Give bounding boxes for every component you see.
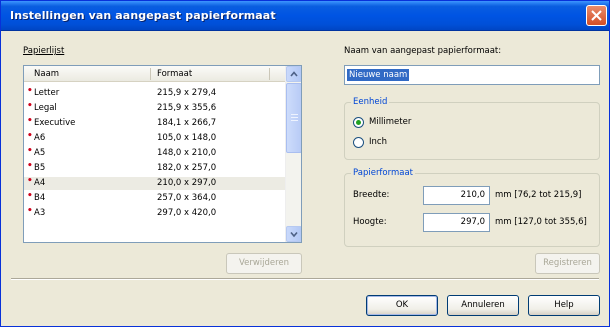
radio-millimeter[interactable] [353, 117, 364, 128]
list-item-format: 257,0 x 364,0 [157, 193, 217, 203]
remove-button-label: Verwijderen [238, 258, 290, 268]
list-item-name: A6 [34, 133, 46, 143]
custom-name-label: Naam van aangepast papierformaat: [344, 46, 502, 56]
radio-dot [356, 120, 361, 125]
list-item-format: 148,0 x 210,0 [157, 148, 217, 158]
chevron-down-icon [290, 231, 298, 238]
separator [11, 278, 599, 280]
register-button-label: Registreren [543, 258, 592, 268]
list-item-format: 215,9 x 279,4 [157, 88, 217, 98]
height-input[interactable]: 297,0 [423, 213, 490, 232]
list-item[interactable]: • Legal 215,9 x 355,6 [24, 102, 286, 115]
list-item[interactable]: • Letter 215,9 x 279,4 [24, 87, 286, 100]
list-item[interactable]: • A5 148,0 x 210,0 [24, 147, 286, 160]
radio-millimeter-label[interactable]: Millimeter [369, 117, 411, 127]
width-label: Breedte: [353, 190, 390, 200]
help-button[interactable]: Help [528, 295, 600, 316]
width-range: mm [76,2 tot 215,9] [495, 190, 582, 200]
list-item-name: A3 [34, 208, 46, 218]
mark-icon: • [27, 131, 33, 141]
ok-button[interactable]: OK [366, 295, 438, 316]
list-item-format: 182,0 x 257,0 [157, 163, 217, 173]
mark-icon: • [27, 206, 33, 216]
paperlist-label: Papierlijst [23, 46, 65, 56]
width-input[interactable]: 210,0 [423, 186, 490, 205]
height-value: 297,0 [460, 217, 485, 227]
list-item-format: 215,9 x 355,6 [157, 103, 217, 113]
list-item-format: 105,0 x 148,0 [157, 133, 217, 143]
help-button-label: Help [554, 300, 574, 310]
unit-group: Eenheid Millimeter Inch [344, 97, 600, 160]
remove-button[interactable]: Verwijderen [226, 253, 302, 274]
list-item-selected[interactable]: • A4 210,0 x 297,0 [24, 177, 286, 190]
list-item-name: Letter [34, 88, 60, 98]
grip [291, 117, 298, 118]
column-divider[interactable] [150, 68, 151, 80]
ok-button-label: OK [395, 300, 409, 310]
list-item-name: A4 [34, 178, 46, 188]
scroll-up-button[interactable] [286, 66, 301, 82]
list-item[interactable]: • B5 182,0 x 257,0 [24, 162, 286, 175]
paperformat-group-title: Papierformaat [351, 168, 416, 178]
scroll-down-button[interactable] [286, 226, 301, 242]
radio-inch-label[interactable]: Inch [369, 137, 387, 147]
mark-icon: • [27, 191, 33, 201]
list-item[interactable]: • A6 105,0 x 148,0 [24, 132, 286, 145]
list-item-format: 210,0 x 297,0 [157, 178, 217, 188]
list-item-format: 184,1 x 266,7 [157, 118, 217, 128]
title-bar[interactable]: Instellingen van aangepast papierformaat [1, 1, 609, 31]
vertical-scrollbar[interactable] [285, 66, 301, 242]
list-item[interactable]: • A3 297,0 x 420,0 [24, 207, 286, 220]
height-label: Hoogte: [353, 217, 387, 227]
list-item[interactable]: • B4 257,0 x 364,0 [24, 192, 286, 205]
window-title: Instellingen van aangepast papierformaat [10, 9, 276, 22]
list-item-name: B4 [34, 193, 46, 203]
cancel-button-label: Annuleren [461, 300, 505, 310]
mark-icon: • [27, 116, 33, 126]
mark-icon: • [27, 86, 33, 96]
list-item-name: Executive [34, 118, 76, 128]
mark-icon: • [27, 146, 33, 156]
dialog-window: Instellingen van aangepast papierformaat… [0, 0, 610, 327]
column-divider[interactable] [269, 68, 270, 80]
list-item-name: A5 [34, 148, 46, 158]
cancel-button[interactable]: Annuleren [447, 295, 519, 316]
list-item-format: 297,0 x 420,0 [157, 208, 217, 218]
custom-name-value: Nieuwe naam [347, 69, 410, 81]
list-header: Naam Formaat [24, 66, 286, 82]
close-icon [591, 10, 602, 21]
custom-name-input[interactable]: Nieuwe naam [344, 65, 600, 85]
mark-icon: • [27, 176, 33, 186]
paper-list[interactable]: Naam Formaat • Letter 215,9 x 279,4 • Le… [23, 65, 302, 243]
height-range: mm [127,0 tot 355,6] [495, 217, 587, 227]
unit-group-title: Eenheid [351, 97, 390, 107]
radio-inch[interactable] [353, 137, 364, 148]
list-item[interactable]: • Executive 184,1 x 266,7 [24, 117, 286, 130]
scroll-thumb[interactable] [286, 83, 301, 153]
grip [291, 120, 298, 121]
width-value: 210,0 [460, 190, 485, 200]
chevron-up-icon [290, 71, 298, 77]
paperformat-group: Papierformaat Breedte: 210,0 mm [76,2 to… [344, 168, 600, 247]
grip [291, 114, 298, 115]
column-header-format[interactable]: Formaat [157, 69, 192, 79]
mark-icon: • [27, 101, 33, 111]
mark-icon: • [27, 161, 33, 171]
close-button[interactable] [586, 5, 607, 26]
list-item-name: Legal [34, 103, 57, 113]
column-header-name[interactable]: Naam [34, 69, 59, 79]
list-item-name: B5 [34, 163, 46, 173]
register-button[interactable]: Registreren [535, 253, 600, 274]
